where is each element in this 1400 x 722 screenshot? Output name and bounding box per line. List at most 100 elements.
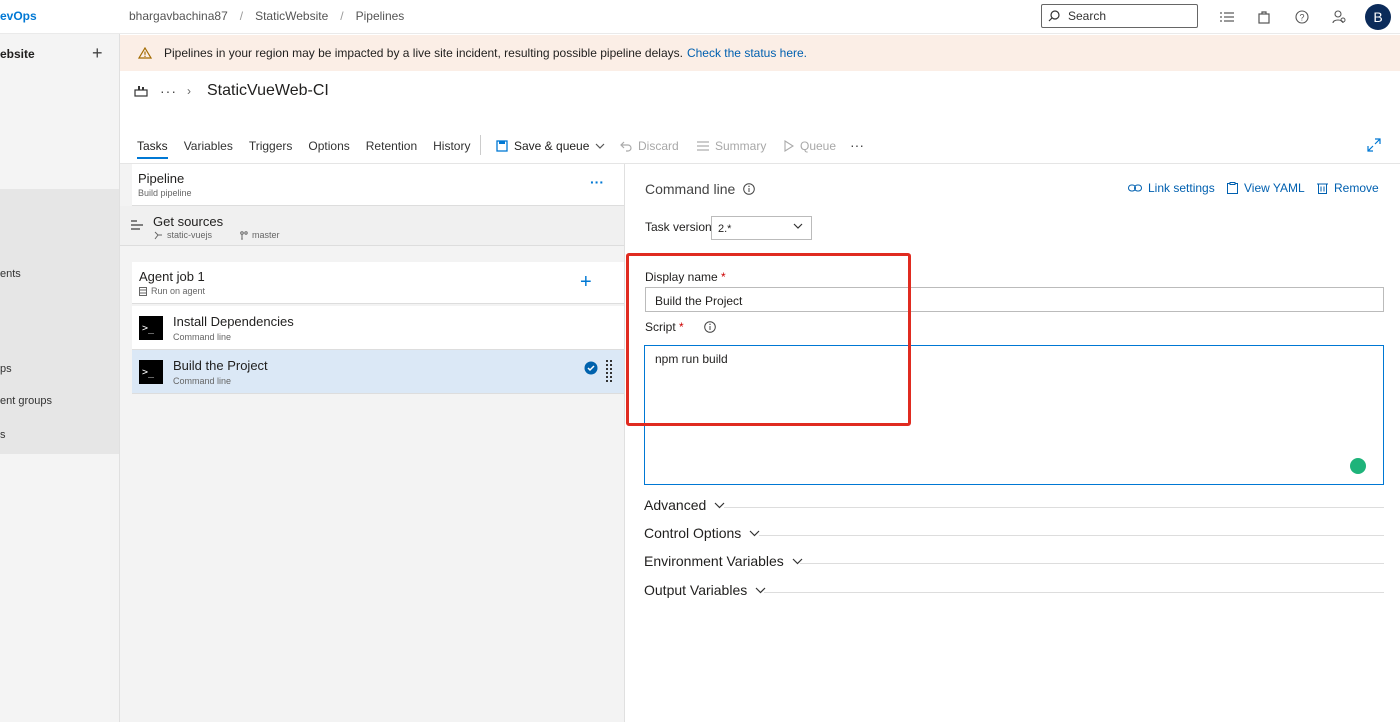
task-version-value: 2.* bbox=[718, 223, 732, 235]
section-title: Output Variables bbox=[644, 582, 748, 598]
branch-icon bbox=[240, 230, 248, 240]
task-title: Install Dependencies bbox=[173, 314, 294, 329]
nav-item-deployment-groups[interactable]: ps bbox=[0, 363, 12, 375]
summary-icon bbox=[697, 141, 709, 151]
user-settings-icon[interactable] bbox=[1330, 8, 1348, 26]
add-task-button[interactable]: + bbox=[580, 271, 592, 294]
banner-text: Pipelines in your region may be impacted… bbox=[164, 46, 683, 60]
pipeline-subtitle: Build pipeline bbox=[138, 188, 192, 198]
queue-button[interactable]: Queue bbox=[784, 139, 836, 153]
tab-variables[interactable]: Variables bbox=[184, 133, 233, 163]
pipeline-tabs: Tasks Variables Triggers Options Retenti… bbox=[137, 133, 486, 163]
task-detail-title: Command line bbox=[645, 181, 736, 197]
remove-button[interactable]: Remove bbox=[1317, 181, 1379, 195]
undo-icon bbox=[620, 141, 632, 152]
discard-label: Discard bbox=[638, 139, 679, 153]
pipeline-title-row: ··· › StaticVueWeb-CI bbox=[134, 82, 329, 100]
chevron-down-icon bbox=[793, 223, 803, 229]
breadcrumb-separator: / bbox=[239, 9, 244, 23]
section-advanced[interactable]: Advanced bbox=[644, 497, 1384, 513]
page-title: StaticVueWeb-CI bbox=[207, 82, 329, 99]
incident-banner: Pipelines in your region may be impacted… bbox=[120, 35, 1400, 71]
breadcrumb-project[interactable]: StaticWebsite bbox=[255, 9, 328, 23]
pipeline-header[interactable]: Pipeline Build pipeline ··· bbox=[132, 164, 624, 206]
grammar-check-icon[interactable] bbox=[1350, 458, 1366, 474]
pipeline-title: Pipeline bbox=[138, 171, 185, 186]
nav-item-other[interactable]: s bbox=[0, 429, 6, 441]
summary-button[interactable]: Summary bbox=[697, 139, 766, 153]
discard-button[interactable]: Discard bbox=[620, 139, 679, 153]
pipeline-task-list-panel bbox=[120, 164, 624, 722]
repo-name: static-vuejs bbox=[167, 230, 213, 240]
top-bar: evOps bhargavbachina87 / StaticWebsite /… bbox=[0, 0, 1400, 34]
section-title: Environment Variables bbox=[644, 553, 784, 569]
warning-icon bbox=[138, 47, 152, 59]
task-item-build-the-project[interactable]: >_ Build the Project Command line bbox=[132, 350, 624, 394]
expand-icon[interactable] bbox=[1367, 138, 1381, 155]
tab-triggers[interactable]: Triggers bbox=[249, 133, 293, 163]
breadcrumb-org[interactable]: bhargavbachina87 bbox=[129, 9, 228, 23]
task-item-install-dependencies[interactable]: >_ Install Dependencies Command line bbox=[132, 306, 624, 350]
remove-label: Remove bbox=[1334, 181, 1379, 195]
banner-status-link[interactable]: Check the status here. bbox=[687, 46, 807, 60]
info-icon[interactable] bbox=[743, 183, 756, 195]
agent-job-item[interactable]: Agent job 1 Run on agent + bbox=[132, 262, 624, 304]
agent-job-subtitle-row: Run on agent bbox=[139, 286, 205, 296]
link-icon bbox=[1128, 184, 1142, 192]
tab-retention[interactable]: Retention bbox=[366, 133, 417, 163]
task-version-label: Task version bbox=[645, 220, 712, 234]
toolbar-more-button[interactable]: ··· bbox=[850, 137, 864, 153]
section-output-variables[interactable]: Output Variables bbox=[644, 582, 1384, 598]
section-environment-variables[interactable]: Environment Variables bbox=[644, 553, 1384, 569]
queue-label: Queue bbox=[800, 139, 837, 153]
nav-item-environments[interactable]: ents bbox=[0, 268, 21, 280]
section-divider bbox=[759, 535, 1384, 536]
help-icon[interactable]: ? bbox=[1293, 8, 1311, 26]
more-breadcrumb-button[interactable]: ··· bbox=[160, 83, 177, 99]
panel-divider[interactable] bbox=[624, 164, 625, 722]
nav-selected-section bbox=[0, 189, 119, 454]
tab-options[interactable]: Options bbox=[308, 133, 349, 163]
section-control-options[interactable]: Control Options bbox=[644, 525, 1384, 541]
breadcrumb-separator: / bbox=[340, 9, 344, 23]
svg-text:?: ? bbox=[1299, 13, 1304, 23]
sources-icon bbox=[131, 220, 143, 230]
tab-history[interactable]: History bbox=[433, 133, 470, 163]
brand-logo[interactable]: evOps bbox=[0, 9, 37, 23]
section-divider bbox=[800, 563, 1384, 564]
server-icon bbox=[139, 286, 147, 296]
view-yaml-button[interactable]: View YAML bbox=[1227, 181, 1305, 195]
section-title: Advanced bbox=[644, 497, 707, 513]
section-divider bbox=[764, 592, 1384, 593]
link-settings-label: Link settings bbox=[1148, 181, 1215, 195]
search-input[interactable]: Search bbox=[1041, 4, 1198, 28]
view-yaml-label: View YAML bbox=[1244, 181, 1305, 195]
branch-info: master bbox=[240, 230, 280, 240]
save-icon bbox=[496, 140, 508, 152]
terminal-icon: >_ bbox=[139, 316, 163, 340]
avatar[interactable]: B bbox=[1365, 4, 1391, 30]
link-settings-button[interactable]: Link settings bbox=[1128, 181, 1215, 195]
search-icon bbox=[1048, 10, 1060, 22]
section-divider bbox=[724, 507, 1384, 508]
task-version-select[interactable]: 2.* bbox=[711, 216, 812, 240]
enabled-check-icon[interactable] bbox=[584, 361, 598, 375]
marketplace-bag-icon[interactable] bbox=[1255, 8, 1273, 26]
terminal-icon: >_ bbox=[139, 360, 163, 384]
tab-tasks[interactable]: Tasks bbox=[137, 133, 168, 163]
get-sources-item[interactable]: Get sources static-vuejs master bbox=[120, 206, 624, 246]
summary-label: Summary bbox=[715, 139, 767, 153]
task-subtitle: Command line bbox=[173, 376, 232, 386]
nav-item-agent-groups[interactable]: ent groups bbox=[0, 395, 52, 407]
task-subtitle: Command line bbox=[173, 332, 232, 342]
repo-icon bbox=[154, 231, 162, 239]
project-name[interactable]: ebsite bbox=[0, 47, 35, 61]
branch-name: master bbox=[252, 230, 280, 240]
drag-handle-icon[interactable] bbox=[606, 360, 612, 382]
list-settings-icon[interactable] bbox=[1218, 8, 1236, 26]
breadcrumb-pipelines[interactable]: Pipelines bbox=[356, 9, 405, 23]
save-queue-button[interactable]: Save & queue bbox=[496, 139, 605, 153]
add-icon[interactable]: + bbox=[92, 43, 103, 64]
task-title: Build the Project bbox=[173, 358, 268, 373]
pipeline-more-button[interactable]: ··· bbox=[590, 174, 604, 190]
